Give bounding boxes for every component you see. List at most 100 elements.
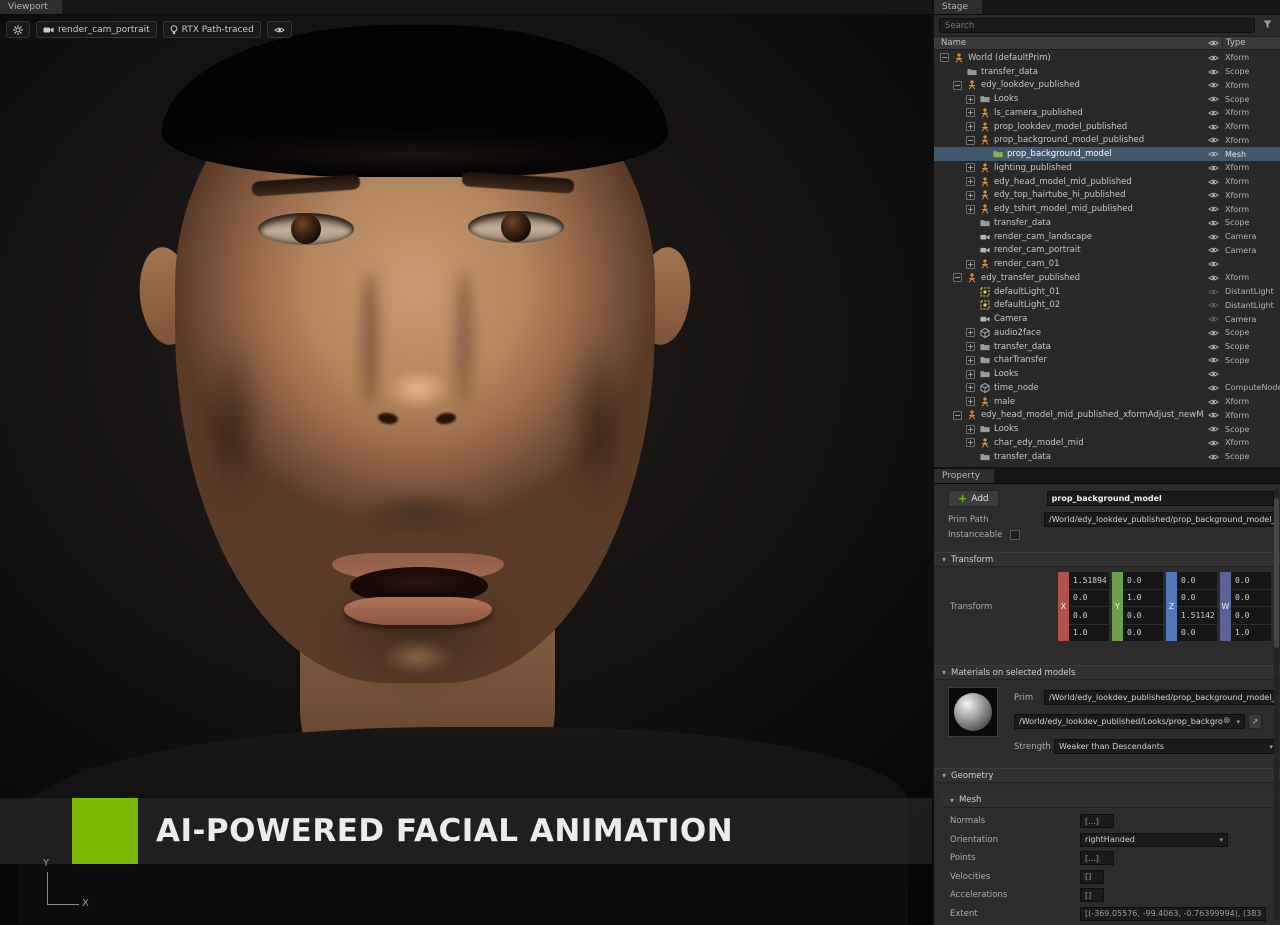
visibility-eye-icon[interactable]: [1204, 109, 1222, 117]
open-material-button[interactable]: ↗: [1248, 714, 1262, 729]
visibility-eye-icon[interactable]: [1204, 136, 1222, 144]
visibility-eye-icon[interactable]: [1204, 191, 1222, 199]
add-property-button[interactable]: + Add: [948, 490, 999, 507]
tree-row[interactable]: +render_cam_01: [934, 257, 1280, 271]
visibility-eye-icon[interactable]: [1204, 219, 1222, 227]
column-visibility-eye-icon[interactable]: [1204, 39, 1222, 47]
visibility-eye-icon[interactable]: [1204, 315, 1222, 323]
matrix-value-field[interactable]: 0.0: [1069, 607, 1109, 624]
expand-icon[interactable]: +: [966, 397, 975, 406]
visibility-eye-icon[interactable]: [1204, 81, 1222, 89]
tree-row[interactable]: +prop_lookdev_model_publishedXform: [934, 120, 1280, 134]
collapse-icon[interactable]: −: [966, 136, 975, 145]
tree-row[interactable]: +char_edy_model_midXform: [934, 436, 1280, 450]
visibility-eye-icon[interactable]: [1204, 260, 1222, 268]
strength-dropdown[interactable]: Weaker than Descendants ▾: [1054, 739, 1278, 754]
field-value[interactable]: [...]: [1080, 851, 1114, 865]
visibility-eye-icon[interactable]: [1204, 95, 1222, 103]
material-binding-input[interactable]: /World/edy_lookdev_published/Looks/prop_…: [1014, 714, 1245, 729]
expand-icon[interactable]: +: [966, 328, 975, 337]
tree-row[interactable]: defaultLight_01DistantLight: [934, 285, 1280, 299]
matrix-value-field[interactable]: 1.0: [1123, 590, 1163, 607]
transform-section-header[interactable]: ▾ Transform: [934, 552, 1280, 567]
matrix-value-field[interactable]: 0.0: [1069, 590, 1109, 607]
clear-icon[interactable]: ⊗: [1223, 717, 1231, 726]
visibility-eye-icon[interactable]: [1204, 329, 1222, 337]
visibility-eye-icon[interactable]: [1204, 439, 1222, 447]
field-value[interactable]: [...]: [1080, 814, 1114, 828]
matrix-value-field[interactable]: 1.51142: [1177, 607, 1217, 624]
tab-viewport[interactable]: Viewport: [0, 0, 62, 14]
visibility-eye-icon[interactable]: [1204, 370, 1222, 378]
expand-icon[interactable]: +: [966, 342, 975, 351]
expand-icon[interactable]: +: [966, 122, 975, 131]
collapse-icon[interactable]: −: [940, 53, 949, 62]
expand-icon[interactable]: +: [966, 205, 975, 214]
visibility-eye-icon[interactable]: [1204, 150, 1222, 158]
matrix-value-field[interactable]: 0.0: [1231, 607, 1271, 624]
expand-icon[interactable]: +: [966, 177, 975, 186]
collapse-icon[interactable]: −: [953, 411, 962, 420]
visibility-eye-icon[interactable]: [1204, 356, 1222, 364]
tree-row[interactable]: +charTransferScope: [934, 354, 1280, 368]
visibility-eye-icon[interactable]: [1204, 205, 1222, 213]
tree-row[interactable]: −prop_background_model_publishedXform: [934, 134, 1280, 148]
tree-row[interactable]: +LooksScope: [934, 422, 1280, 436]
tree-row[interactable]: CameraCamera: [934, 312, 1280, 326]
tree-row[interactable]: −edy_transfer_publishedXform: [934, 271, 1280, 285]
property-scrollbar[interactable]: [1274, 488, 1279, 921]
material-prim-value[interactable]: /World/edy_lookdev_published/prop_backgr…: [1044, 690, 1278, 705]
field-value[interactable]: []: [1080, 870, 1104, 884]
visibility-eye-icon[interactable]: [1204, 164, 1222, 172]
tree-row[interactable]: −edy_head_model_mid_published_xformAdjus…: [934, 409, 1280, 423]
expand-icon[interactable]: +: [966, 383, 975, 392]
column-name-label[interactable]: Name: [934, 38, 1204, 48]
visibility-eye-icon[interactable]: [1204, 68, 1222, 76]
visibility-eye-icon[interactable]: [1204, 301, 1222, 309]
tree-row[interactable]: prop_background_modelMesh: [934, 147, 1280, 161]
tree-row[interactable]: transfer_dataScope: [934, 450, 1280, 464]
matrix-value-field[interactable]: 0.0: [1177, 625, 1217, 642]
viewport-canvas[interactable]: render_cam_portrait RTX Path-traced AI-P…: [0, 15, 932, 925]
visibility-eye-icon[interactable]: [1204, 233, 1222, 241]
tab-stage[interactable]: Stage: [934, 0, 982, 14]
tree-row[interactable]: +Looks: [934, 367, 1280, 381]
visibility-eye-icon[interactable]: [1204, 425, 1222, 433]
visibility-eye-icon[interactable]: [1204, 246, 1222, 254]
expand-icon[interactable]: +: [966, 260, 975, 269]
tree-row[interactable]: +LooksScope: [934, 92, 1280, 106]
search-input[interactable]: [939, 18, 1255, 33]
prim-path-value[interactable]: /World/edy_lookdev_published/prop_backgr…: [1044, 512, 1278, 527]
expand-icon[interactable]: +: [966, 191, 975, 200]
expand-icon[interactable]: +: [966, 356, 975, 365]
tree-row[interactable]: −edy_lookdev_publishedXform: [934, 79, 1280, 93]
tree-row[interactable]: transfer_dataScope: [934, 65, 1280, 79]
chevron-down-icon[interactable]: ▾: [1233, 718, 1240, 726]
visibility-eye-icon[interactable]: [1204, 123, 1222, 131]
mesh-section-header[interactable]: ▾ Mesh: [942, 793, 1280, 808]
tab-property[interactable]: Property: [934, 469, 994, 483]
field-value[interactable]: [(-369.05576, -99.4063, -0.76399994), (3…: [1080, 907, 1266, 921]
expand-icon[interactable]: +: [966, 425, 975, 434]
tree-row[interactable]: +lighting_publishedXform: [934, 161, 1280, 175]
visibility-eye-icon[interactable]: [1204, 178, 1222, 186]
matrix-value-field[interactable]: 0.0: [1177, 572, 1217, 589]
tree-row[interactable]: +edy_tshirt_model_mid_publishedXform: [934, 202, 1280, 216]
viewport-settings-button[interactable]: [6, 21, 30, 38]
column-type-label[interactable]: Type: [1222, 38, 1280, 48]
visibility-eye-icon[interactable]: [1204, 343, 1222, 351]
visibility-eye-icon[interactable]: [1204, 288, 1222, 296]
visibility-eye-icon[interactable]: [1204, 384, 1222, 392]
expand-icon[interactable]: +: [966, 438, 975, 447]
visibility-eye-icon[interactable]: [1204, 411, 1222, 419]
geometry-section-header[interactable]: ▾ Geometry: [934, 768, 1280, 783]
tree-row[interactable]: +ls_camera_publishedXform: [934, 106, 1280, 120]
visibility-eye-icon[interactable]: [1204, 398, 1222, 406]
renderer-select-button[interactable]: RTX Path-traced: [163, 21, 261, 38]
tree-row[interactable]: +maleXform: [934, 395, 1280, 409]
orientation-dropdown[interactable]: rightHanded▾: [1080, 833, 1228, 847]
filter-button[interactable]: [1259, 18, 1275, 33]
visibility-eye-icon[interactable]: [1204, 453, 1222, 461]
matrix-value-field[interactable]: 0.0: [1231, 572, 1271, 589]
tree-row[interactable]: +transfer_dataScope: [934, 340, 1280, 354]
